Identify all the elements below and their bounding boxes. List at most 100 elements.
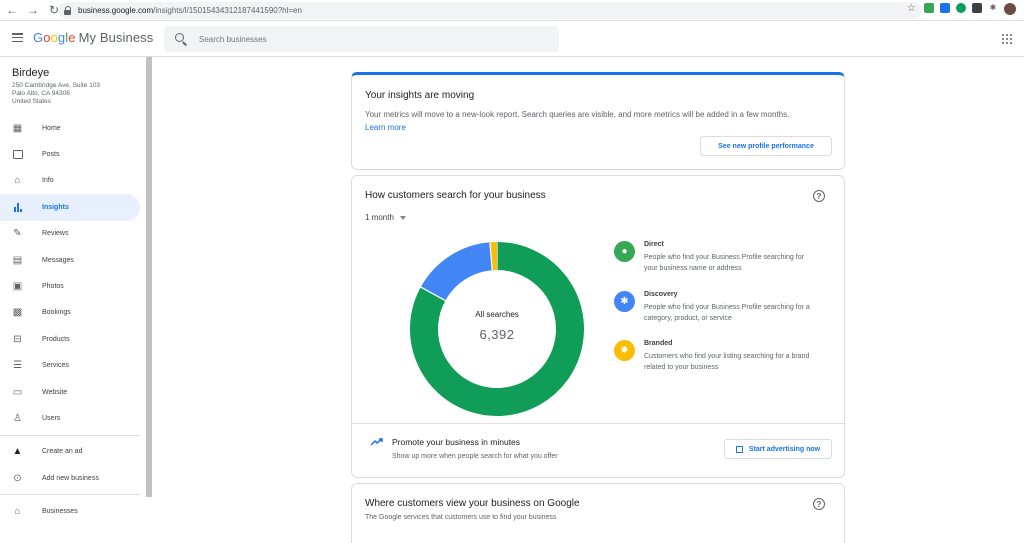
sidebar-item-label: Info [42, 177, 54, 184]
legend-title: Branded [644, 340, 672, 347]
sidebar-item-users[interactable]: ♙Users [0, 405, 140, 431]
button-label: Start advertising now [749, 446, 820, 453]
photos-icon: ▣ [12, 281, 23, 292]
legend-description: People who find your Business Profile se… [644, 302, 819, 324]
sidebar-item-photos[interactable]: ▣ Photos [0, 273, 140, 299]
business-address: 250 Cambridge Ave, Suite 103 Palo Alto, … [12, 82, 100, 106]
start-advertising-button[interactable]: Start advertising now [724, 439, 832, 459]
address-line: United States [12, 98, 100, 106]
list-icon: ☰ [12, 360, 23, 371]
sidebar-item-label: Home [42, 125, 61, 132]
caret-down-icon [400, 216, 406, 220]
sidebar-item-label: Reviews [42, 230, 68, 237]
period-dropdown[interactable]: 1 month [365, 213, 406, 222]
extension-icon[interactable] [924, 3, 934, 13]
sidebar-item-label: Businesses [42, 508, 78, 515]
sidebar-item-label: Insights [42, 204, 69, 211]
back-icon[interactable]: ← [3, 1, 21, 19]
sidebar-item-home[interactable]: ▦ Home [0, 115, 140, 141]
sidebar-item-services[interactable]: ☰ Services [0, 353, 140, 379]
lock-icon [64, 6, 72, 15]
reviews-icon: ✎ [12, 228, 23, 239]
address-line: Palo Alto, CA 94306 [12, 90, 100, 98]
learn-more-link[interactable]: Learn more [365, 123, 406, 132]
calendar-icon: ▩ [12, 307, 23, 318]
branded-icon: ✹ [614, 340, 635, 361]
posts-icon [12, 149, 23, 160]
help-icon[interactable]: ? [813, 190, 825, 202]
sidebar-item-add-business[interactable]: ⊙Add new business [0, 465, 140, 491]
see-new-performance-button[interactable]: See new profile performance [700, 136, 832, 156]
dashboard-icon: ▦ [12, 123, 23, 134]
address-line: 250 Cambridge Ave, Suite 103 [12, 82, 100, 90]
extensions: ✱ [924, 3, 1024, 15]
sidebar-item-create-ad[interactable]: ▲ Create an ad [0, 439, 140, 465]
legend-title: Direct [644, 241, 664, 248]
donut-slice-discovery[interactable] [433, 256, 491, 294]
app-header: GoogleMy Business [0, 21, 1024, 57]
card-title: How customers search for your business [365, 190, 546, 201]
promo-subtitle: Show up more when people search for what… [392, 453, 558, 460]
extension-icon[interactable] [956, 3, 966, 13]
sidebar-item-label: Bookings [42, 309, 71, 316]
sidebar-item-label: Create an ad [42, 448, 82, 455]
sidebar-item-posts[interactable]: Posts [0, 141, 140, 167]
card-description: Your metrics will move to a new-look rep… [365, 110, 789, 119]
browser-toolbar: ← → ↻ business.google.com/insights/l/150… [0, 0, 1024, 21]
sidebar-item-businesses[interactable]: ⌂ Businesses [0, 498, 140, 524]
help-icon[interactable]: ? [813, 498, 825, 510]
puzzle-icon[interactable]: ✱ [988, 3, 998, 13]
sidebar-item-messages[interactable]: ▤ Messages [0, 247, 140, 273]
card-subtitle: The Google services that customers use t… [365, 514, 556, 521]
sidebar-item-label: Services [42, 362, 69, 369]
logo-letter: o [43, 30, 50, 45]
view-insights-card: Where customers view your business on Go… [351, 483, 845, 543]
bookmark-star-icon[interactable]: ☆ [907, 3, 916, 14]
legend-description: People who find your Business Profile se… [644, 252, 819, 274]
sidebar-scrollbar[interactable] [146, 57, 152, 497]
sidebar-item-label: Messages [42, 257, 74, 264]
sidebar: Birdeye 250 Cambridge Ave, Suite 103 Pal… [0, 57, 153, 522]
card-title: Your insights are moving [365, 90, 474, 101]
trending-up-icon [371, 438, 383, 446]
sidebar-item-label: Add new business [42, 475, 99, 482]
donut-center-label: All searches [409, 310, 585, 319]
sidebar-item-label: Posts [42, 151, 60, 158]
url-text: business.google.com/insights/l/150154343… [78, 6, 302, 15]
url-path: /insights/l/15015434312187441590?hl=en [153, 6, 302, 15]
sidebar-nav: ▦Home Posts ⌂Info Insights ✎Reviews ▤Mes… [0, 115, 140, 525]
external-link-icon [736, 446, 743, 453]
profile-avatar[interactable] [1004, 3, 1016, 15]
message-icon: ▤ [12, 255, 23, 266]
google-ads-icon: ▲ [12, 446, 23, 457]
sidebar-item-products[interactable]: ⊟Products [0, 326, 140, 352]
url-host: business.google.com [78, 6, 153, 15]
donut-chart: All searches 6,392 [409, 241, 585, 417]
storefront-icon: ⌂ [12, 506, 23, 517]
sidebar-item-insights[interactable]: Insights [0, 194, 140, 220]
sidebar-item-label: Photos [42, 283, 64, 290]
search-bar[interactable] [164, 26, 559, 52]
sidebar-item-label: Users [42, 415, 60, 422]
sidebar-item-label: Website [42, 389, 67, 396]
website-icon: ▭ [12, 387, 23, 398]
divider [0, 494, 140, 495]
forward-icon[interactable]: → [24, 1, 42, 19]
search-input[interactable] [199, 35, 499, 44]
apps-grid-icon[interactable] [1002, 34, 1012, 44]
brand-logo[interactable]: GoogleMy Business [33, 30, 153, 45]
extension-icon[interactable] [940, 3, 950, 13]
location-pin-icon: ● [614, 241, 635, 262]
extension-icon[interactable] [972, 3, 982, 13]
sidebar-item-info[interactable]: ⌂Info [0, 168, 140, 194]
menu-icon[interactable] [12, 33, 23, 42]
main-content: Your insights are moving Your metrics wi… [153, 57, 1024, 522]
card-title: Where customers view your business on Go… [365, 498, 580, 509]
search-icon[interactable] [174, 32, 188, 46]
sidebar-item-website[interactable]: ▭ Website [0, 379, 140, 405]
sidebar-item-reviews[interactable]: ✎ Reviews [0, 221, 140, 247]
address-bar[interactable]: business.google.com/insights/l/150154343… [58, 2, 922, 19]
sidebar-item-bookings[interactable]: ▩ Bookings [0, 300, 140, 326]
divider [352, 423, 846, 424]
period-value: 1 month [365, 213, 394, 222]
